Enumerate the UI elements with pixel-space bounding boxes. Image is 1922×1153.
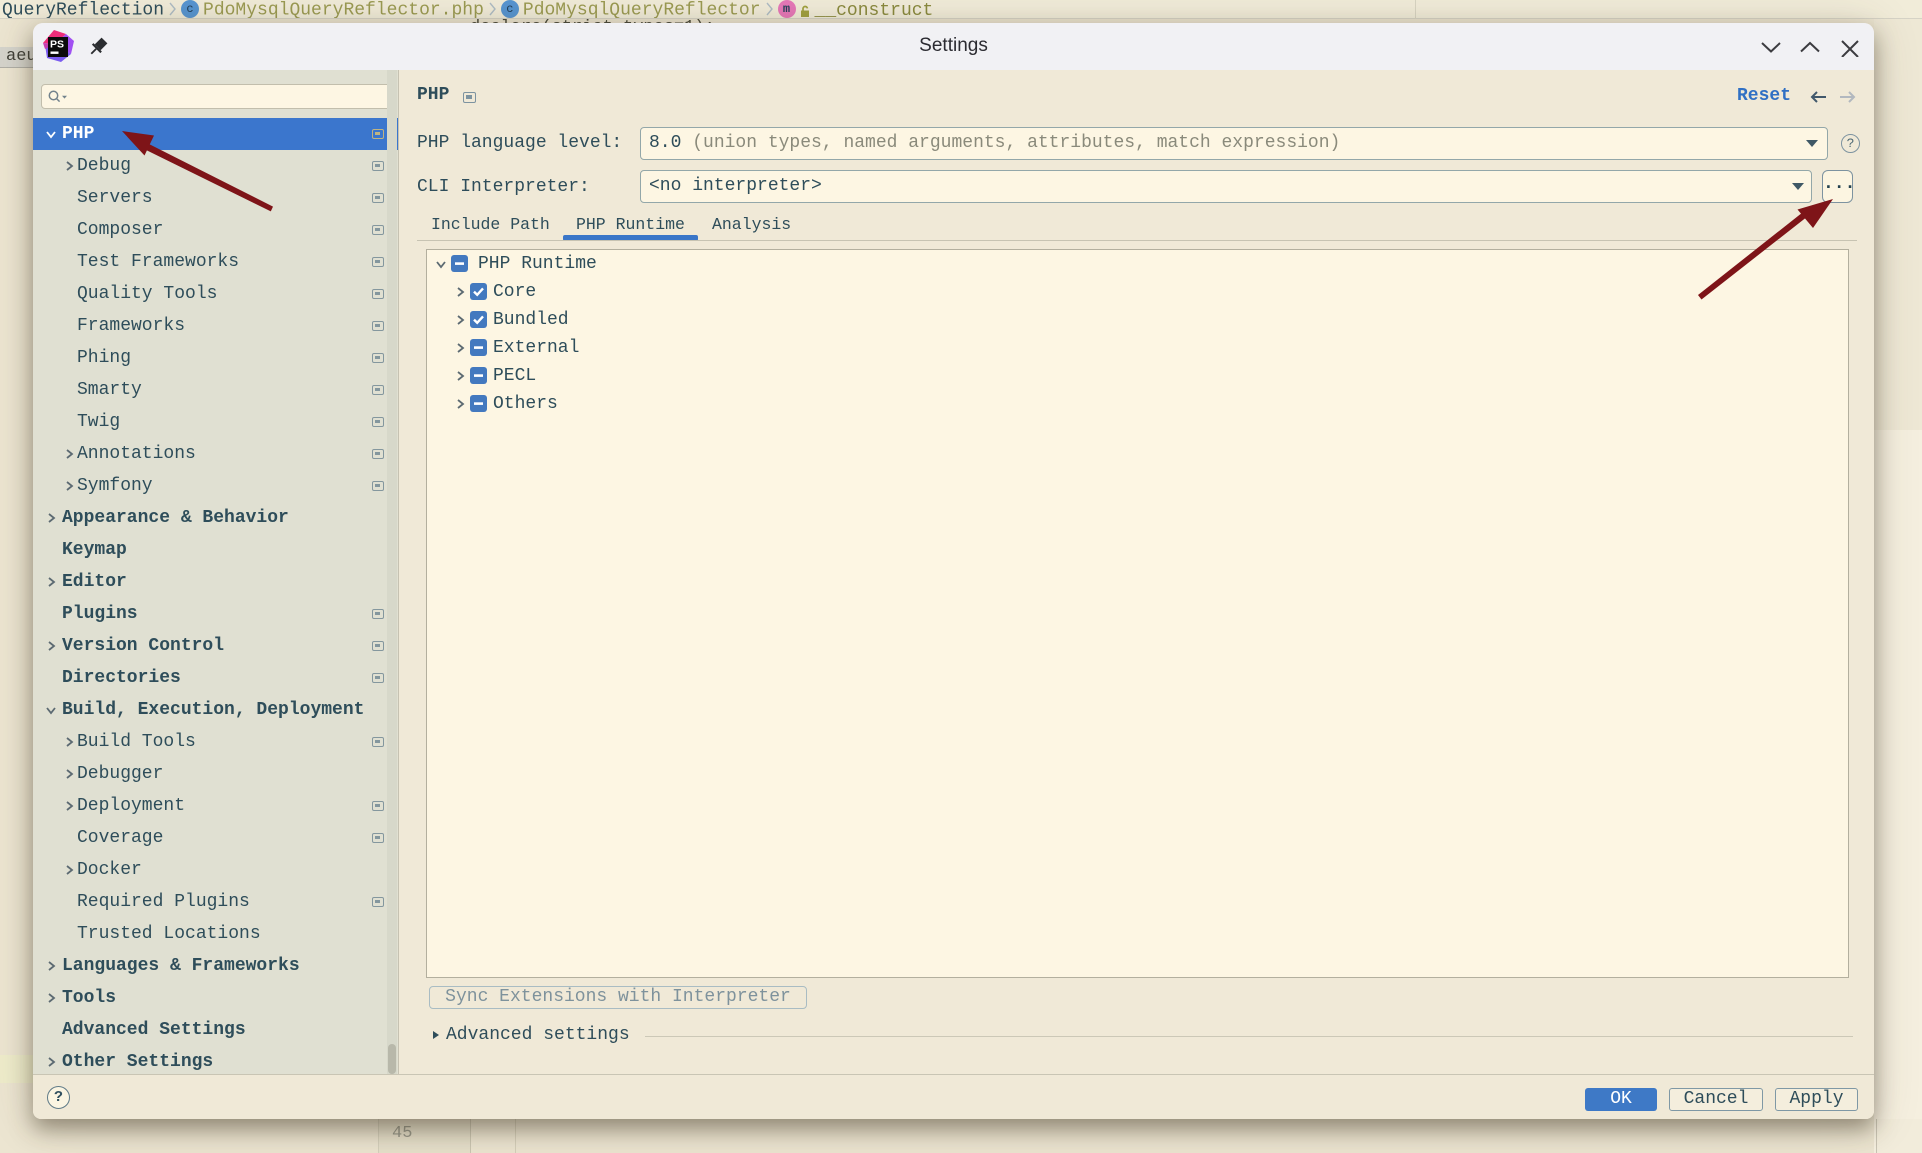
svg-text:PS: PS	[50, 39, 64, 51]
